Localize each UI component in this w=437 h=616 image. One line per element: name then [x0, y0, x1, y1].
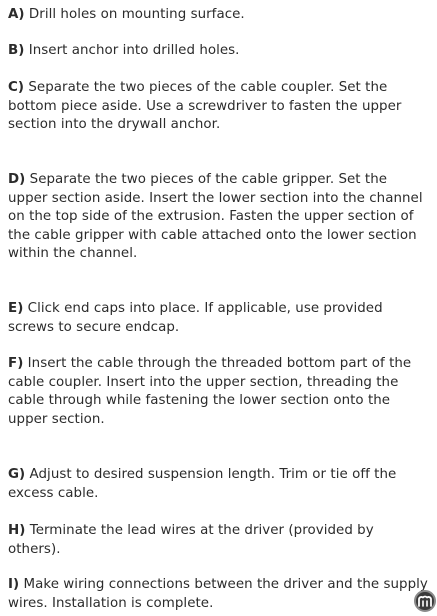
step-f: F) Insert the cable through the threaded…	[8, 355, 428, 429]
step-letter: I)	[8, 577, 20, 592]
step-g: G) Adjust to desired suspension length. …	[8, 466, 428, 503]
step-text: Drill holes on mounting surface.	[24, 7, 245, 22]
step-text: Terminate the lead wires at the driver (…	[8, 523, 374, 557]
step-letter: F)	[8, 356, 24, 371]
step-letter: A)	[8, 7, 25, 22]
brand-logo-icon	[414, 590, 436, 612]
step-a: A) Drill holes on mounting surface.	[8, 6, 428, 25]
step-letter: H)	[8, 523, 26, 538]
step-e: E) Click end caps into place. If applica…	[8, 300, 428, 337]
step-text: Click end caps into place. If applicable…	[8, 301, 383, 335]
step-letter: G)	[8, 467, 26, 482]
step-text: Adjust to desired suspension length. Tri…	[8, 467, 397, 501]
step-letter: C)	[8, 80, 25, 95]
step-h: H) Terminate the lead wires at the drive…	[8, 522, 428, 559]
step-text: Separate the two pieces of the cable cou…	[8, 80, 402, 132]
step-text: Insert the cable through the threaded bo…	[8, 356, 412, 427]
step-text: Insert anchor into drilled holes.	[24, 43, 240, 58]
step-d: D) Separate the two pieces of the cable …	[8, 171, 428, 264]
step-b: B) Insert anchor into drilled holes.	[8, 42, 428, 61]
step-text: Make wiring connections between the driv…	[8, 577, 428, 611]
step-letter: E)	[8, 301, 24, 316]
step-c: C) Separate the two pieces of the cable …	[8, 79, 428, 135]
step-text: Separate the two pieces of the cable gri…	[8, 172, 423, 261]
step-letter: B)	[8, 43, 25, 58]
step-letter: D)	[8, 172, 26, 187]
brand-logo-glyph	[418, 595, 432, 607]
step-i: I) Make wiring connections between the d…	[8, 576, 428, 613]
